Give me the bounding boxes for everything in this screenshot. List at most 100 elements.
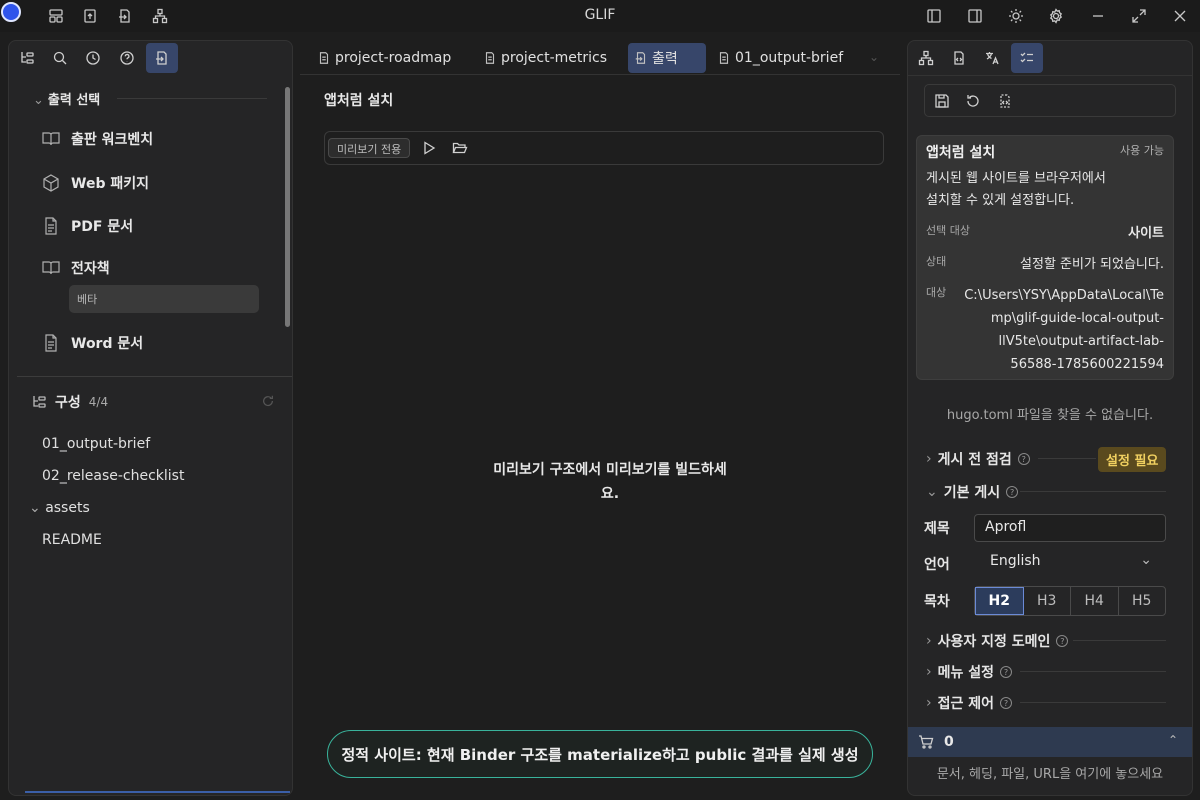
scrollbar[interactable] (285, 87, 290, 327)
tree-item[interactable]: 01_output-brief (42, 436, 150, 452)
app-menu-button[interactable] (1, 2, 21, 22)
section-label: 기본 게시 (943, 485, 1001, 501)
chevron-up-icon[interactable]: ⌃ (1168, 733, 1178, 747)
theme-sun-icon[interactable] (1008, 8, 1024, 24)
help-icon[interactable]: ? (1000, 697, 1013, 709)
path-line: 56588-1785600221594 (1010, 357, 1164, 372)
help-icon[interactable] (111, 43, 143, 73)
section-divider (1073, 640, 1166, 641)
path-line: mp\glif-guide-local-output- (990, 311, 1164, 326)
path-line: llV5te\output-artifact-lab- (998, 334, 1164, 349)
tab-output[interactable]: 출력 (628, 43, 706, 73)
section-divider (117, 98, 267, 99)
output-item-label: PDF 문서 (71, 219, 134, 235)
hugo-missing-message: hugo.toml 파일을 찾을 수 없습니다. (946, 408, 1154, 423)
tab-01-output-brief[interactable]: 01_output-brief (711, 43, 849, 73)
undo-icon[interactable] (965, 93, 981, 109)
structure-count: 4/4 (88, 395, 109, 409)
tab-project-roadmap[interactable]: project-roadmap (311, 43, 457, 73)
toc-h5-button[interactable]: H5 (1119, 587, 1166, 615)
output-item-label: Web 패키지 (71, 176, 149, 192)
output-section-header[interactable]: ⌄ 출력 선택 (33, 89, 100, 108)
output-item-word[interactable]: Word 문서 (41, 333, 143, 353)
toc-h2-button[interactable]: H2 (975, 587, 1024, 615)
tab-project-metrics[interactable]: project-metrics (477, 43, 613, 73)
drop-zone-hint[interactable]: 문서, 헤딩, 파일, URL을 여기에 놓으세요 (908, 763, 1192, 782)
sitemap-icon[interactable] (152, 8, 168, 24)
file-export-icon[interactable] (117, 8, 133, 24)
left-sidebar-toggle-icon[interactable] (926, 8, 942, 24)
file-code-icon[interactable] (997, 93, 1013, 109)
maximize-icon[interactable] (1131, 8, 1147, 24)
title-label: 제목 (924, 521, 950, 537)
progress-line (25, 791, 290, 793)
language-select[interactable]: English ⌄ (974, 549, 1166, 577)
close-icon[interactable] (1172, 8, 1188, 24)
access-control-section[interactable]: › 접근 제어? (926, 693, 1013, 713)
tree-item[interactable]: README (42, 532, 102, 548)
output-panel-icon[interactable] (146, 43, 178, 73)
output-item-publish-workbench[interactable]: 출판 워크벤치 (41, 129, 153, 149)
tree-item[interactable]: 02_release-checklist (42, 468, 184, 484)
package-icon (41, 173, 61, 193)
tab-overflow-chevron-icon[interactable]: ⌄ (869, 50, 879, 64)
translate-icon[interactable] (976, 43, 1008, 73)
section-label: 게시 전 점검 (937, 452, 1012, 468)
output-item-web-package[interactable]: Web 패키지 (41, 173, 149, 193)
folder-open-icon[interactable] (452, 140, 468, 156)
toc-label: 목차 (924, 594, 950, 610)
help-icon[interactable]: ? (1056, 635, 1069, 647)
setup-required-badge: 설정 필요 (1098, 447, 1167, 472)
menu-settings-section[interactable]: › 메뉴 설정? (926, 662, 1013, 682)
prepublish-check-section[interactable]: › 게시 전 점검? (926, 449, 1030, 469)
help-icon[interactable]: ? (1017, 453, 1030, 465)
card-title: 앱처럼 설치 (926, 145, 996, 161)
layout-icon[interactable] (48, 8, 64, 24)
output-section-label: 출력 선택 (47, 93, 101, 108)
right-sidebar-toggle-icon[interactable] (967, 8, 983, 24)
chevron-right-icon: › (926, 633, 932, 649)
output-item-ebook[interactable]: 전자책 (41, 258, 110, 278)
static-site-toast[interactable]: 정적 사이트: 현재 Binder 구조를 materialize하고 publ… (327, 730, 873, 778)
history-clock-icon[interactable] (77, 43, 109, 73)
empty-preview-message: 미리보기 구조에서 미리보기를 빌드하세요. (493, 462, 727, 502)
output-item-pdf[interactable]: PDF 문서 (41, 216, 133, 236)
file-code-icon[interactable] (943, 43, 975, 73)
checklist-icon[interactable] (1011, 43, 1043, 73)
basic-publish-section[interactable]: ⌄ 기본 게시? (926, 482, 1019, 502)
sitemap-icon[interactable] (910, 43, 942, 73)
section-label: 메뉴 설정 (937, 665, 995, 681)
cart-bar[interactable]: 0 ⌃ (908, 727, 1192, 757)
save-icon[interactable] (934, 93, 950, 109)
minimize-icon[interactable] (1090, 8, 1106, 24)
title-input[interactable]: Aprofl (974, 514, 1166, 542)
output-item-label: 전자책 (71, 261, 110, 277)
help-icon[interactable]: ? (1006, 486, 1019, 498)
tree-view-icon[interactable] (11, 43, 43, 73)
language-label: 언어 (924, 557, 950, 573)
main-content: project-roadmap project-metrics 출력 01_ou… (300, 40, 900, 796)
structure-header[interactable]: 구성 4/4 (31, 392, 108, 412)
play-icon[interactable] (421, 140, 437, 156)
status-label: 상태 (926, 255, 947, 268)
refresh-icon[interactable] (261, 394, 275, 408)
tree-folder-label: assets (45, 500, 90, 516)
gear-icon[interactable] (1048, 8, 1064, 24)
file-upload-icon[interactable] (82, 8, 98, 24)
tab-divider (300, 74, 900, 75)
toc-h4-button[interactable]: H4 (1071, 587, 1119, 615)
search-icon[interactable] (44, 43, 76, 73)
file-icon (483, 51, 497, 65)
help-icon[interactable]: ? (1000, 666, 1013, 678)
tree-folder[interactable]: ⌄ assets (29, 500, 90, 516)
output-item-label: Word 문서 (71, 336, 144, 352)
chevron-down-icon: ⌄ (29, 500, 41, 516)
card-description-line: 설치할 수 있게 설정합니다. (926, 193, 1075, 208)
toc-h3-button[interactable]: H3 (1024, 587, 1071, 615)
path-line: C:\Users\YSY\AppData\Local\Te (964, 288, 1164, 303)
custom-domain-section[interactable]: › 사용자 지정 도메인? (926, 631, 1069, 651)
beta-badge: 베타 (69, 285, 259, 313)
card-description: 게시된 웹 사이트를 브라우저에서 설치할 수 있게 설정합니다. (926, 168, 1106, 212)
language-value: English (990, 553, 1041, 569)
file-icon (717, 51, 731, 65)
